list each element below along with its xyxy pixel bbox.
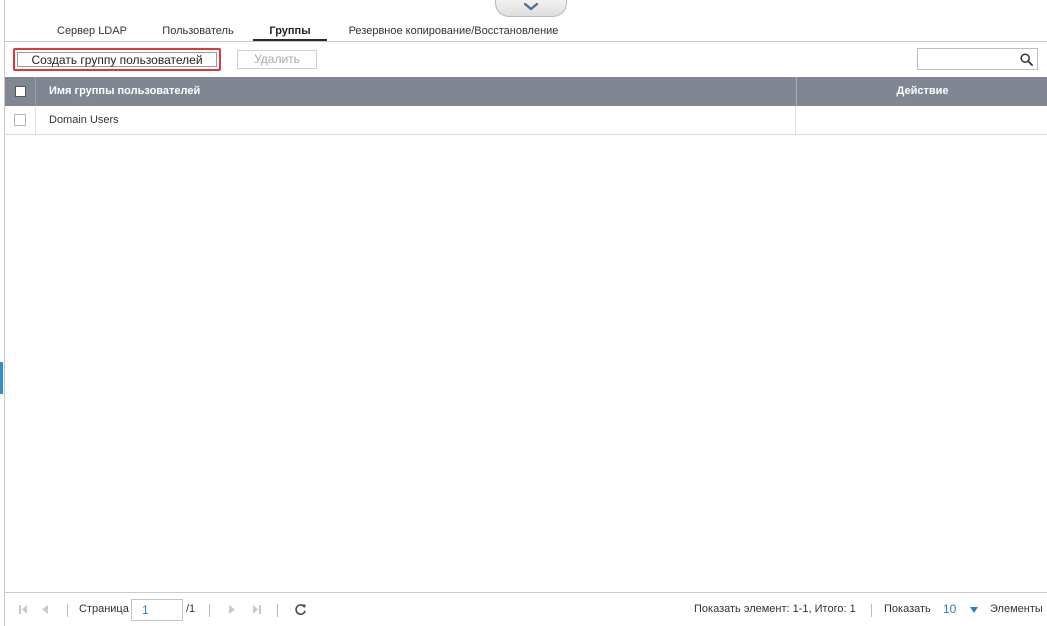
tab-ldap-server[interactable]: Сервер LDAP bbox=[57, 23, 127, 40]
items-summary: Показать элемент: 1-1, Итого: 1 bbox=[694, 603, 856, 615]
row-check-cell bbox=[5, 106, 36, 134]
separator bbox=[871, 604, 872, 617]
search-box bbox=[917, 48, 1038, 70]
search-input[interactable] bbox=[920, 50, 1020, 68]
page-number-input[interactable] bbox=[131, 599, 183, 621]
column-header-action: Действие bbox=[896, 85, 949, 97]
tab-user[interactable]: Пользователь bbox=[160, 23, 236, 40]
create-group-highlight: Создать группу пользователей bbox=[13, 48, 221, 71]
first-page-icon[interactable] bbox=[18, 604, 32, 615]
refresh-icon[interactable] bbox=[294, 603, 307, 616]
create-user-group-button[interactable]: Создать группу пользователей bbox=[17, 52, 217, 67]
toolbar: Создать группу пользователей Удалить bbox=[5, 44, 1047, 76]
total-pages: /1 bbox=[186, 603, 196, 615]
previous-page-icon[interactable] bbox=[40, 604, 50, 615]
items-label: Элементы bbox=[990, 603, 1043, 615]
caret-down-icon[interactable] bbox=[970, 607, 978, 613]
column-header-group-name[interactable]: Имя группы пользователей bbox=[49, 77, 200, 106]
separator bbox=[277, 604, 278, 617]
main-panel: Сервер LDAP Пользователь Группы Резервно… bbox=[4, 0, 1047, 626]
show-label: Показать bbox=[884, 603, 931, 615]
tab-groups[interactable]: Группы bbox=[253, 23, 327, 41]
search-icon[interactable] bbox=[1020, 53, 1033, 66]
row-checkbox[interactable] bbox=[14, 114, 26, 126]
items-per-page-select[interactable]: 10 bbox=[943, 593, 956, 626]
delete-button[interactable]: Удалить bbox=[237, 50, 317, 69]
separator bbox=[209, 604, 210, 617]
select-all-checkbox[interactable] bbox=[15, 86, 26, 97]
tab-bar: Сервер LDAP Пользователь Группы Резервно… bbox=[5, 23, 1047, 42]
next-page-icon[interactable] bbox=[227, 604, 237, 615]
pagination-bar: Страница /1 Показать элемент: 1-1, Итого… bbox=[5, 592, 1047, 626]
grid-header: Имя группы пользователей Действие bbox=[5, 77, 1047, 106]
tab-backup-restore[interactable]: Резервное копирование/Восстановление bbox=[344, 23, 563, 40]
table-row[interactable]: Domain Users bbox=[5, 106, 1047, 135]
collapse-toggle[interactable] bbox=[495, 0, 567, 17]
last-page-icon[interactable] bbox=[248, 604, 262, 615]
left-edge-accent bbox=[0, 362, 3, 394]
separator bbox=[67, 604, 68, 617]
group-name-cell: Domain Users bbox=[49, 114, 119, 126]
chevron-down-icon bbox=[524, 3, 538, 11]
header-check-cell bbox=[5, 77, 36, 106]
row-divider bbox=[795, 106, 796, 134]
page-label: Страница bbox=[79, 603, 129, 615]
